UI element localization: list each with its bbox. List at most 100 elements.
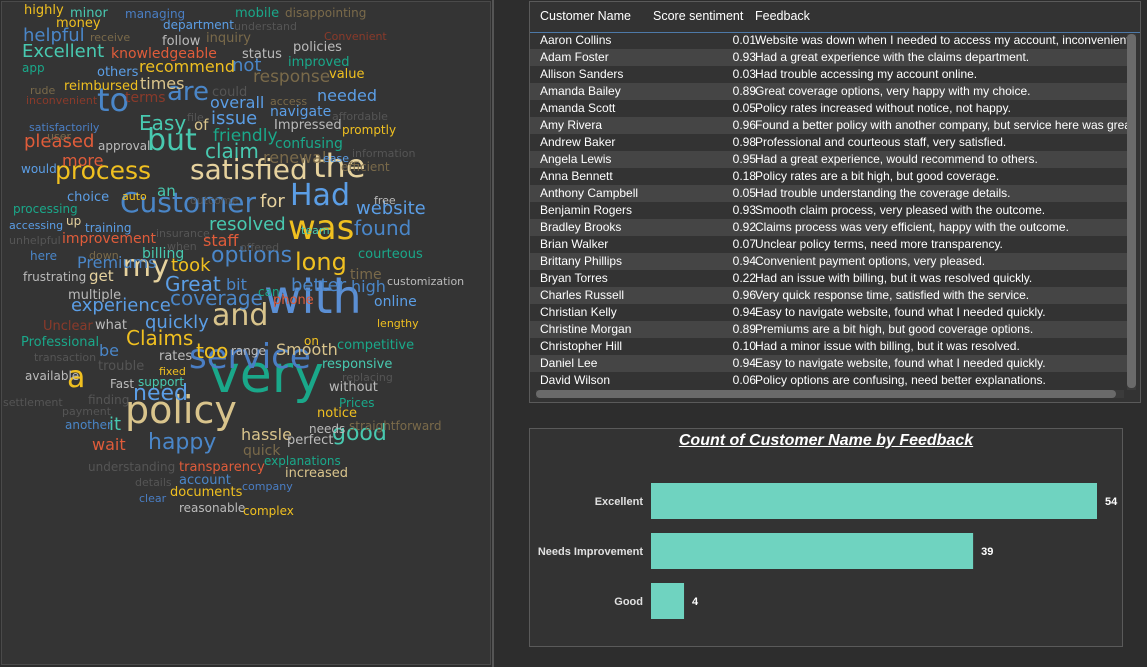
table-row[interactable]: Benjamin Rogers 0.93 Smooth claim process,… — [530, 202, 1128, 219]
word-cloud-word: settlement — [3, 395, 63, 409]
word-cloud-word: confusing — [275, 135, 343, 152]
word-cloud-word: company — [242, 479, 293, 493]
word-cloud-word: bit — [226, 275, 247, 294]
word-cloud-word: perfect — [287, 433, 334, 449]
table-row[interactable]: Christopher Hill 0.10 Had a minor issue wi… — [530, 338, 1128, 355]
table-row[interactable]: Amanda Scott 0.05 Policy rates increased w… — [530, 100, 1128, 117]
table-row[interactable]: Bradley Brooks 0.92 Claims process was ver… — [530, 219, 1128, 236]
cell-feedback: Website was down when I needed to access… — [755, 33, 1128, 47]
word-cloud-word: without — [329, 380, 378, 396]
table-row[interactable]: Christine Morgan 0.89 Premiums are a bit h… — [530, 321, 1128, 338]
cell-score-sentiment: 0.89 — [732, 322, 756, 336]
word-cloud-word: here — [30, 249, 58, 263]
table-row[interactable]: David Wilson 0.06 Policy options are confu… — [530, 372, 1128, 389]
table-row[interactable]: Andrew Baker 0.98 Professional and courteo… — [530, 134, 1128, 151]
word-cloud-word: money — [56, 16, 101, 32]
cell-customer-name: Bryan Torres — [540, 271, 608, 285]
bar[interactable] — [651, 483, 1097, 519]
bar[interactable] — [651, 583, 685, 619]
cell-feedback: Professional and courteous staff, very s… — [755, 135, 1007, 149]
word-cloud-word: promptly — [342, 123, 397, 137]
word-cloud-word: status — [242, 47, 282, 63]
word-cloud-word: needed — [317, 86, 377, 105]
word-cloud-word: for — [260, 190, 285, 212]
word-cloud: very with policy service was the Customer satis… — [2, 2, 490, 664]
table-row[interactable]: Brittany Phillips 0.94 Convenient payment … — [530, 253, 1128, 270]
cell-score-sentiment: 0.01 — [732, 33, 756, 47]
word-cloud-word: issue — [211, 107, 258, 129]
table-row[interactable]: Angela Lewis 0.95 Had a great experience, … — [530, 151, 1128, 168]
word-cloud-word: time — [350, 266, 382, 283]
cell-customer-name: Christian Kelly — [540, 305, 617, 319]
word-cloud-word: renewal — [263, 148, 327, 167]
cell-feedback: Had a minor issue with billing, but it w… — [755, 339, 1020, 353]
word-cloud-word: user — [47, 129, 71, 143]
word-cloud-word: online — [374, 293, 417, 310]
table-row[interactable]: Adam Foster 0.93 Had a great experience wi… — [530, 49, 1128, 66]
word-cloud-word: straightforward — [349, 419, 442, 433]
cell-score-sentiment: 0.93 — [732, 203, 756, 217]
vertical-scrollbar[interactable] — [1127, 34, 1136, 390]
table-row[interactable]: Anna Bennett 0.18 Policy rates are a bit h… — [530, 168, 1128, 185]
word-cloud-word: range — [231, 344, 266, 358]
table-row[interactable]: Aaron Collins 0.01 Website was down when I… — [530, 32, 1128, 49]
table-row[interactable]: Daniel Lee 0.94 Easy to navigate website, … — [530, 355, 1128, 372]
cell-customer-name: Angela Lewis — [540, 152, 612, 166]
word-cloud-word: courteous — [358, 247, 423, 263]
table-row[interactable]: Amy Rivera 0.96 Found a better policy with… — [530, 117, 1128, 134]
word-cloud-word: Professional — [21, 335, 100, 351]
word-cloud-word: access — [270, 94, 308, 108]
horizontal-scrollbar-thumb[interactable] — [536, 390, 1116, 398]
cell-score-sentiment: 0.03 — [732, 67, 756, 81]
word-cloud-word: disappointing — [285, 6, 367, 20]
word-cloud-word: happy — [148, 429, 217, 455]
table-row[interactable]: Amanda Bailey 0.89 Great coverage options,… — [530, 83, 1128, 100]
cell-customer-name: Andrew Baker — [540, 135, 616, 149]
word-cloud-word: better — [291, 274, 347, 296]
cell-feedback: Premiums are a bit high, but good covera… — [755, 322, 1034, 336]
cell-customer-name: Brittany Phillips — [540, 254, 623, 268]
category-label: Good — [614, 596, 643, 608]
cell-score-sentiment: 0.96 — [732, 288, 756, 302]
word-cloud-word: complex — [243, 504, 294, 518]
column-header-score-sentiment[interactable]: Score sentiment — [653, 9, 743, 23]
data-label: 54 — [1105, 496, 1118, 508]
word-cloud-word: free — [374, 193, 396, 207]
cell-customer-name: Daniel Lee — [540, 356, 598, 370]
word-cloud-word: when — [167, 239, 197, 253]
horizontal-scrollbar[interactable] — [536, 390, 1124, 398]
cell-score-sentiment: 0.98 — [732, 135, 756, 149]
column-header-customer-name[interactable]: Customer Name — [540, 9, 631, 23]
vertical-scrollbar-thumb[interactable] — [1127, 34, 1136, 388]
word-cloud-word: value — [329, 67, 365, 83]
bar[interactable] — [651, 533, 974, 569]
table-row[interactable]: Anthony Campbell 0.05 Had trouble understa… — [530, 185, 1128, 202]
cell-feedback: Had a great experience, would recommend … — [755, 152, 1038, 166]
word-cloud-word: details — [135, 475, 172, 489]
cell-feedback: Had trouble understanding the coverage d… — [755, 186, 1011, 200]
word-cloud-word: rates — [159, 349, 193, 365]
word-cloud-word: hassle — [241, 425, 292, 444]
word-cloud-word: available — [25, 369, 80, 383]
word-cloud-word: customization — [387, 274, 465, 288]
table-row[interactable]: Allison Sanders 0.03 Had trouble accessing… — [530, 66, 1128, 83]
word-cloud-word: auto — [122, 189, 147, 203]
cell-feedback: Unclear policy terms, need more transpar… — [755, 237, 1003, 251]
column-header-feedback[interactable]: Feedback — [755, 9, 810, 23]
cell-score-sentiment: 0.07 — [732, 237, 756, 251]
cell-customer-name: Christine Morgan — [540, 322, 632, 336]
cell-customer-name: Adam Foster — [540, 50, 609, 64]
cell-customer-name: Amy Rivera — [540, 118, 603, 132]
table-row[interactable]: Charles Russell 0.96 Very quick response t… — [530, 287, 1128, 304]
cell-customer-name: Benjamin Rogers — [540, 203, 633, 217]
table-row[interactable]: Christian Kelly 0.94 Easy to navigate webs… — [530, 304, 1128, 321]
cell-feedback: Very quick response time, satisfied with… — [755, 288, 1030, 302]
word-cloud-word: up — [66, 214, 82, 228]
word-cloud-word: an — [157, 181, 176, 200]
table-row[interactable]: Bryan Torres 0.22 Had an issue with billin… — [530, 270, 1128, 287]
cell-score-sentiment: 0.93 — [732, 50, 756, 64]
cell-customer-name: Christopher Hill — [540, 339, 623, 353]
word-cloud-word: insurance — [156, 226, 210, 240]
table-row[interactable]: Brian Walker 0.07 Unclear policy terms, ne… — [530, 236, 1128, 253]
category-label: Excellent — [595, 496, 644, 508]
